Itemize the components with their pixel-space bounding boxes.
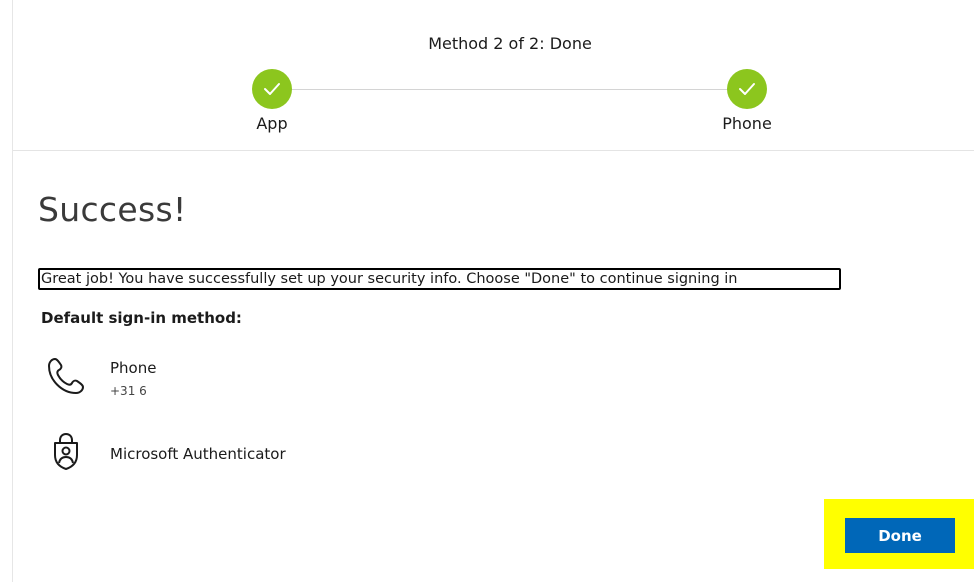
default-method-label: Default sign-in method: [41, 309, 242, 327]
method-phone-name: Phone [110, 359, 157, 377]
checkmark-icon [727, 69, 767, 109]
step-app: App [232, 69, 312, 133]
phone-icon [46, 356, 86, 400]
step-label-app: App [256, 114, 288, 133]
step-phone: Phone [707, 69, 787, 133]
step-label-phone: Phone [722, 114, 772, 133]
security-info-wizard: Method 2 of 2: Done App Phone Success! G… [0, 0, 974, 582]
success-heading: Success! [38, 190, 187, 229]
method-authenticator-name: Microsoft Authenticator [110, 445, 286, 463]
progress-line [291, 89, 731, 90]
progress-header: Method 2 of 2: Done App Phone [13, 0, 974, 151]
method-phone-number: +31 6 [110, 384, 147, 398]
step-title: Method 2 of 2: Done [428, 34, 592, 53]
done-button[interactable]: Done [845, 518, 955, 553]
authenticator-icon [46, 431, 86, 475]
success-message: Great job! You have successfully set up … [38, 268, 841, 290]
checkmark-icon [252, 69, 292, 109]
